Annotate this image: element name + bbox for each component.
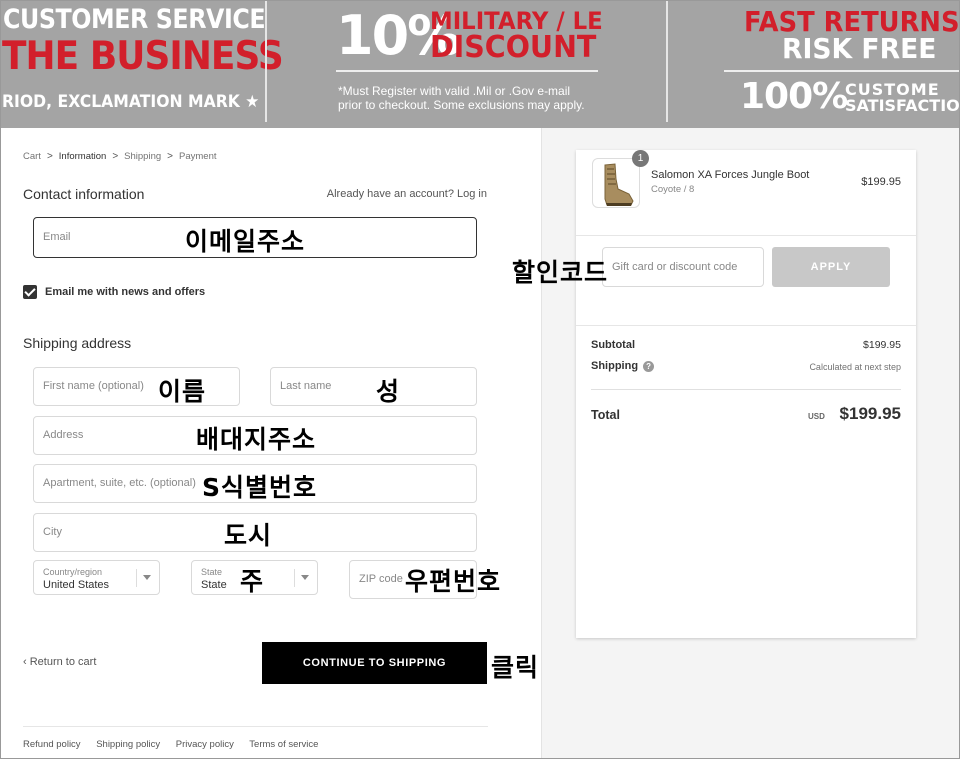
- annotation-first-name: 이름: [158, 377, 207, 406]
- quantity-badge: 1: [632, 150, 649, 167]
- annotation-email: 이메일주소: [185, 227, 306, 256]
- country-value: United States: [43, 579, 110, 591]
- refund-policy-link[interactable]: Refund policy: [23, 739, 81, 750]
- terms-of-service-link[interactable]: Terms of service: [249, 739, 318, 750]
- product-variant: Coyote / 8: [651, 184, 695, 195]
- annotation-city: 도시: [224, 521, 273, 550]
- product-thumbnail: [592, 158, 640, 208]
- chevron-right-icon: >: [167, 151, 173, 162]
- divider: [576, 325, 916, 326]
- annotation-discount: 할인코드: [512, 258, 609, 287]
- banner-panel1-line2: THE BUSINESS: [2, 34, 284, 79]
- shipping-policy-link[interactable]: Shipping policy: [96, 739, 160, 750]
- boot-image: [604, 163, 634, 206]
- zip-code-placeholder: ZIP code: [359, 573, 403, 585]
- annotation-apartment: S식별번호: [202, 473, 318, 502]
- country-select[interactable]: Country/region United States: [33, 560, 160, 595]
- banner-divider: [666, 0, 668, 122]
- help-icon[interactable]: ?: [643, 360, 655, 372]
- apartment-placeholder: Apartment, suite, etc. (optional): [43, 477, 196, 489]
- return-to-cart-label: Return to cart: [29, 656, 97, 668]
- breadcrumb: Cart > Information > Shipping > Payment: [23, 151, 217, 162]
- banner-panel3-line4: SATISFACTIO: [845, 96, 960, 115]
- newsletter-checkbox[interactable]: [23, 285, 37, 299]
- shipping-label: Shipping: [591, 360, 639, 372]
- chevron-right-icon: >: [46, 151, 53, 162]
- annotation-address: 배대지주소: [196, 425, 317, 454]
- total-value: $199.95: [839, 404, 901, 423]
- banner-panel3-line2: RISK FREE: [782, 32, 937, 65]
- banner-panel2-note1: *Must Register with valid .Mil or .Gov e…: [338, 84, 571, 98]
- annotation-zip: 우편번호: [405, 567, 502, 596]
- banner-panel2-line2: DISCOUNT: [430, 30, 597, 65]
- currency-code: USD: [808, 412, 825, 421]
- total-label: Total: [591, 408, 620, 422]
- breadcrumb-payment: Payment: [179, 151, 217, 162]
- breadcrumb-shipping: Shipping: [124, 151, 162, 162]
- chevron-down-icon: [143, 575, 151, 580]
- divider: [591, 389, 901, 390]
- product-name: Salomon XA Forces Jungle Boot: [651, 169, 810, 181]
- discount-code-input[interactable]: Gift card or discount code: [602, 247, 764, 287]
- privacy-policy-link[interactable]: Privacy policy: [176, 739, 234, 750]
- banner-panel3-percent: 100%: [740, 76, 848, 117]
- contact-heading: Contact information: [23, 186, 145, 202]
- chevron-down-icon: [301, 575, 309, 580]
- divider: [576, 235, 916, 236]
- apply-button[interactable]: APPLY: [772, 247, 890, 287]
- return-to-cart-link[interactable]: ‹ Return to cart: [23, 656, 96, 668]
- banner-panel1-line1: CUSTOMER SERVICE: [3, 4, 266, 35]
- subtotal-label: Subtotal: [591, 339, 635, 351]
- newsletter-label: Email me with news and offers: [45, 286, 206, 298]
- city-placeholder: City: [43, 526, 62, 538]
- chevron-right-icon: >: [112, 151, 119, 162]
- banner-panel1-line3: RIOD, EXCLAMATION MARK ★: [2, 92, 260, 112]
- shipping-value: Calculated at next step: [809, 362, 901, 372]
- first-name-field[interactable]: First name (optional): [33, 367, 240, 406]
- subtotal-value: $199.95: [863, 339, 901, 351]
- email-placeholder: Email: [43, 231, 71, 243]
- footer-divider: [23, 726, 488, 727]
- banner-divider: [265, 0, 267, 122]
- first-name-placeholder: First name (optional): [43, 380, 144, 392]
- footer-links: Refund policy Shipping policy Privacy po…: [23, 739, 331, 750]
- discount-placeholder: Gift card or discount code: [612, 261, 738, 273]
- last-name-field[interactable]: Last name: [270, 367, 477, 406]
- shipping-address-heading: Shipping address: [23, 335, 132, 351]
- annotation-last-name: 성: [376, 377, 401, 406]
- continue-to-shipping-button[interactable]: CONTINUE TO SHIPPING: [262, 642, 487, 684]
- login-link[interactable]: Already have an account? Log in: [327, 188, 487, 200]
- promo-banner: CUSTOMER SERVICE THE BUSINESS RIOD, EXCL…: [0, 0, 960, 128]
- breadcrumb-information: Information: [58, 151, 107, 162]
- breadcrumb-cart[interactable]: Cart: [23, 151, 41, 162]
- address-placeholder: Address: [43, 429, 84, 441]
- country-label: Country/region: [43, 567, 103, 577]
- state-value: State: [201, 579, 227, 591]
- last-name-placeholder: Last name: [280, 380, 332, 392]
- annotation-state: 주: [240, 567, 265, 596]
- select-divider: [294, 569, 295, 587]
- banner-panel2-note2: prior to checkout. Some exclusions may a…: [338, 98, 585, 112]
- shipping-row: Shipping?: [591, 360, 655, 372]
- annotation-click: 클릭: [491, 653, 540, 682]
- order-summary-card: 1 Salomon XA Forces Jungle Boot Coyote /…: [576, 150, 916, 638]
- product-price: $199.95: [861, 176, 901, 188]
- state-label: State: [201, 567, 223, 577]
- chevron-left-icon: ‹: [23, 656, 27, 668]
- select-divider: [136, 569, 137, 587]
- banner-rule: [724, 70, 960, 72]
- banner-rule: [336, 70, 598, 72]
